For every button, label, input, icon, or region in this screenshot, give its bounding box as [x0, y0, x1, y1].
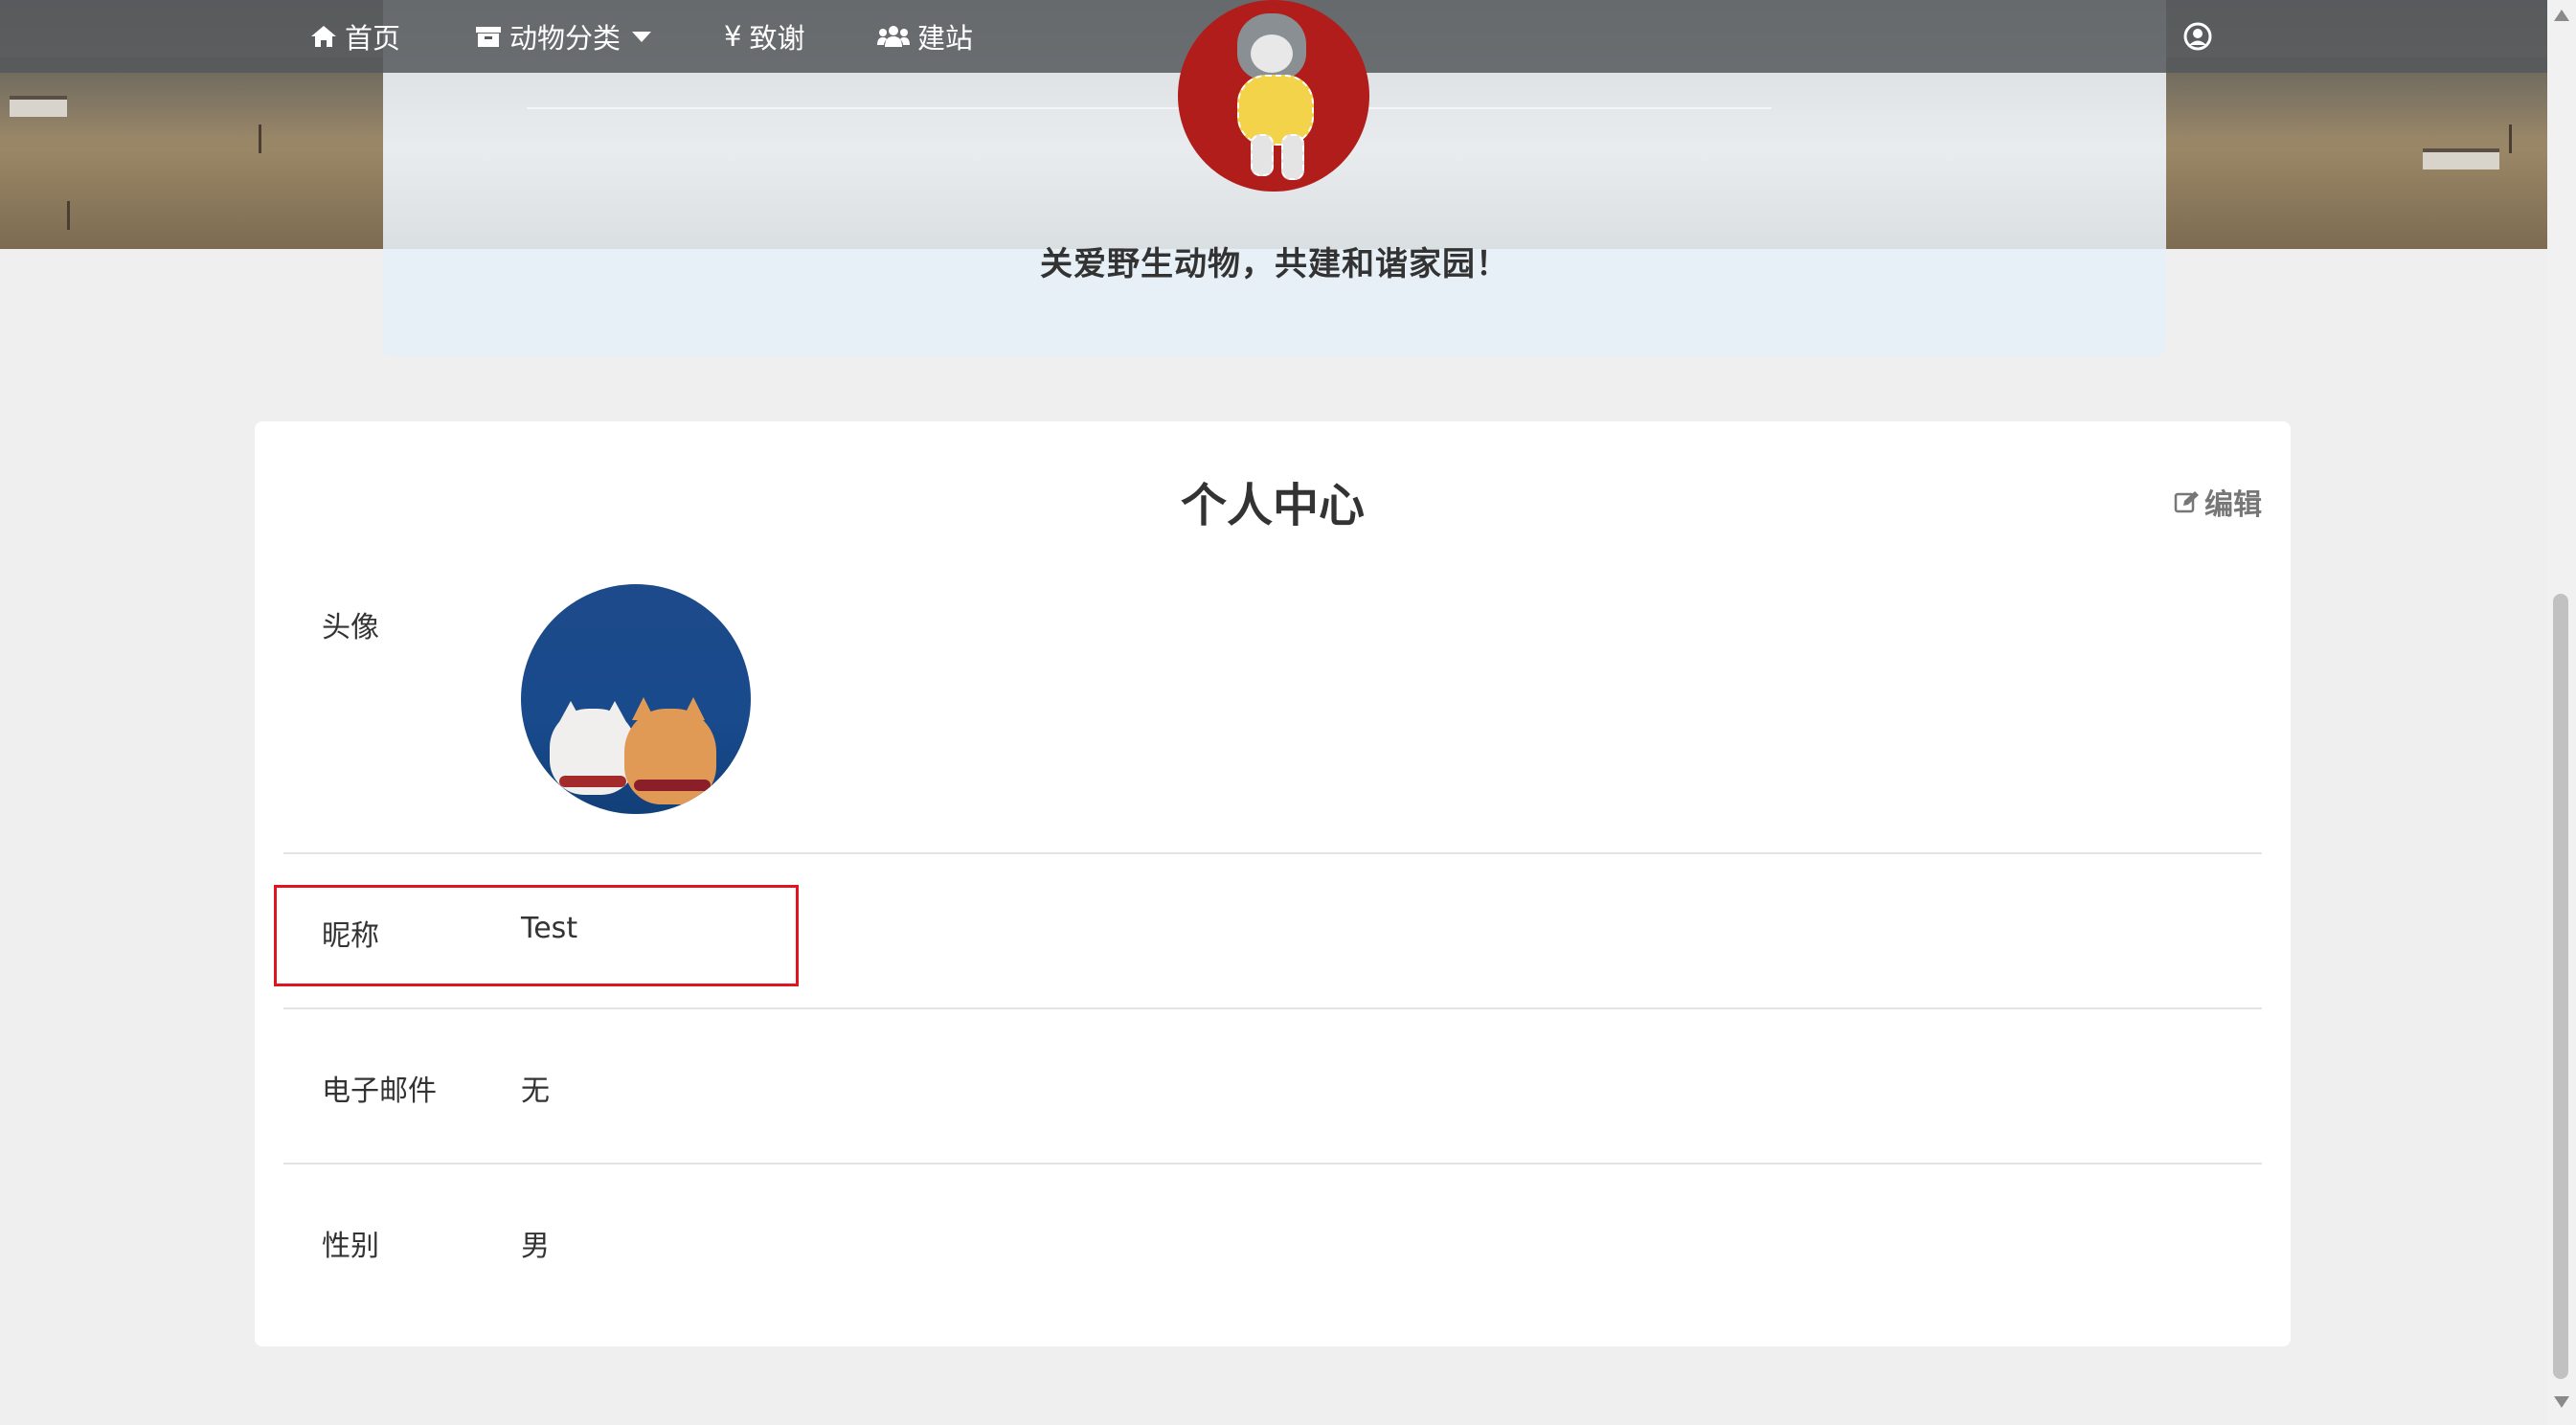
scroll-up-arrow-icon[interactable] [2554, 10, 2569, 21]
fence-post [2509, 124, 2512, 153]
house-image [2423, 148, 2499, 170]
site-logo[interactable] [1178, 0, 1369, 192]
nav-build-site[interactable]: 建站 [877, 0, 973, 73]
profile-card: 个人中心 编辑 头像 昵称 Test 电子邮件 无 性别 男 [255, 421, 2291, 1346]
logo-cat-leg [1251, 134, 1274, 176]
users-icon [877, 26, 910, 47]
field-label: 性别 [322, 1230, 379, 1263]
chevron-down-icon [632, 31, 652, 42]
email-row: 电子邮件 无 [283, 1009, 2262, 1163]
scroll-thumb[interactable] [2553, 594, 2568, 1379]
home-icon [311, 26, 336, 47]
avatar [521, 584, 751, 814]
gender-row: 性别 男 [283, 1165, 2262, 1318]
logo-cat-body [1237, 75, 1314, 146]
archive-icon [476, 27, 501, 47]
field-label: 头像 [322, 611, 379, 645]
logo-cat-face [1251, 34, 1293, 73]
nav-home-label: 首页 [345, 22, 401, 55]
highlight-box [274, 885, 799, 986]
scroll-down-arrow-icon[interactable] [2554, 1396, 2569, 1408]
site-slogan: 关爱野生动物，共建和谐家园！ [1040, 245, 1509, 283]
field-label: 电子邮件 [322, 1074, 437, 1108]
fence-post [259, 124, 261, 153]
nav-home[interactable]: 首页 [310, 0, 400, 73]
page-scrollbar[interactable] [2547, 0, 2576, 1425]
email-value: 无 [521, 1074, 550, 1108]
nav-thanks-label: 致谢 [749, 22, 805, 55]
nav-animal-category[interactable]: 动物分类 [475, 0, 652, 73]
user-menu-button[interactable] [2183, 0, 2212, 73]
nav-category-label: 动物分类 [509, 22, 621, 55]
gender-value: 男 [521, 1230, 550, 1263]
shoreline [527, 107, 1772, 109]
house-image [10, 96, 67, 117]
logo-cat-leg [1281, 134, 1304, 180]
yen-icon: ¥ [724, 20, 742, 53]
nav-thanks[interactable]: ¥ 致谢 [724, 0, 804, 73]
nav-build-label: 建站 [917, 22, 974, 55]
user-circle-icon [2183, 22, 2212, 51]
fence-post [67, 201, 70, 230]
